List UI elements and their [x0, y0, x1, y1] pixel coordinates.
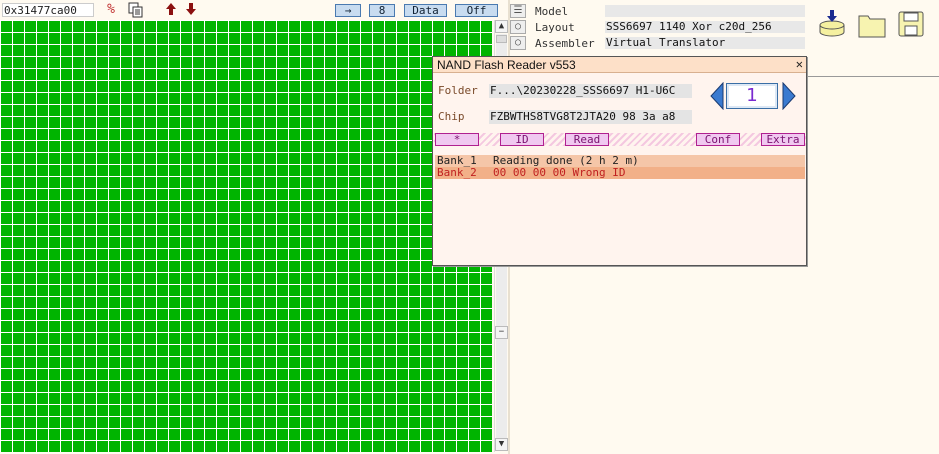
- bulb-icon[interactable]: ○: [510, 36, 526, 50]
- next-arrow-icon[interactable]: [781, 81, 797, 111]
- conf-button[interactable]: Conf: [696, 133, 740, 146]
- layout-value: SSS6697 1140 Xor c20d_256: [605, 21, 805, 33]
- arrow-up-icon[interactable]: [165, 2, 177, 18]
- nand-reader-window: NAND Flash Reader v553 ✕ Folder F...\202…: [432, 56, 807, 266]
- prev-arrow-icon[interactable]: [709, 81, 725, 111]
- action-bar: * ID Read Conf Extra: [434, 133, 806, 146]
- assembler-value: Virtual Translator: [605, 37, 805, 49]
- layout-row: ○ Layout SSS6697 1140 Xor c20d_256: [510, 20, 810, 35]
- counter-value: 1: [726, 83, 778, 109]
- scroll-thumb[interactable]: [496, 35, 507, 43]
- chip-field[interactable]: FZBWTHS8TVG8T2JTA20 98 3a a8: [489, 110, 692, 124]
- menu-icon[interactable]: ☰: [510, 4, 526, 18]
- model-value: [605, 5, 805, 17]
- assembler-row: ○ Assembler Virtual Translator: [510, 36, 810, 51]
- scroll-up-button[interactable]: ▲: [495, 20, 508, 33]
- layout-label: Layout: [535, 21, 575, 34]
- window-title: NAND Flash Reader v553: [433, 57, 806, 73]
- bulb-icon[interactable]: ○: [510, 20, 526, 34]
- close-icon[interactable]: ✕: [796, 58, 803, 71]
- assembler-label: Assembler: [535, 37, 595, 50]
- bank-status: 00 00 00 00 Wrong ID: [493, 166, 626, 179]
- goto-button[interactable]: →: [335, 4, 361, 17]
- folder-label: Folder: [438, 84, 478, 97]
- address-input[interactable]: [2, 3, 94, 17]
- bank-row[interactable]: Bank_2 00 00 00 00 Wrong ID: [435, 167, 805, 179]
- chip-label: Chip: [438, 110, 465, 123]
- model-row: ☰ Model: [510, 4, 810, 19]
- data-button[interactable]: Data: [404, 4, 447, 17]
- arrow-down-icon[interactable]: [185, 2, 197, 18]
- top-toolbar: % → 8 Data Off: [0, 0, 507, 20]
- database-download-icon[interactable]: [817, 10, 847, 43]
- folder-icon[interactable]: [857, 10, 887, 43]
- bank-name: Bank_2: [437, 166, 477, 179]
- sector-count-button[interactable]: 8: [369, 4, 395, 17]
- id-button[interactable]: ID: [500, 133, 544, 146]
- sector-map-grid[interactable]: [0, 20, 492, 452]
- scroll-down-button[interactable]: ▼: [495, 438, 508, 451]
- select-all-button[interactable]: *: [435, 133, 479, 146]
- folder-field[interactable]: F...\20230228_SSS6697 H1-U6C: [489, 84, 692, 98]
- save-icon[interactable]: [897, 10, 925, 41]
- scroll-minus-button[interactable]: −: [495, 326, 508, 339]
- bank-counter: 1: [709, 81, 797, 112]
- extra-button[interactable]: Extra: [761, 133, 805, 146]
- percent-icon[interactable]: %: [104, 2, 118, 18]
- read-button[interactable]: Read: [565, 133, 609, 146]
- off-button[interactable]: Off: [455, 4, 498, 17]
- model-label: Model: [535, 5, 569, 18]
- copy-icon[interactable]: [128, 2, 144, 18]
